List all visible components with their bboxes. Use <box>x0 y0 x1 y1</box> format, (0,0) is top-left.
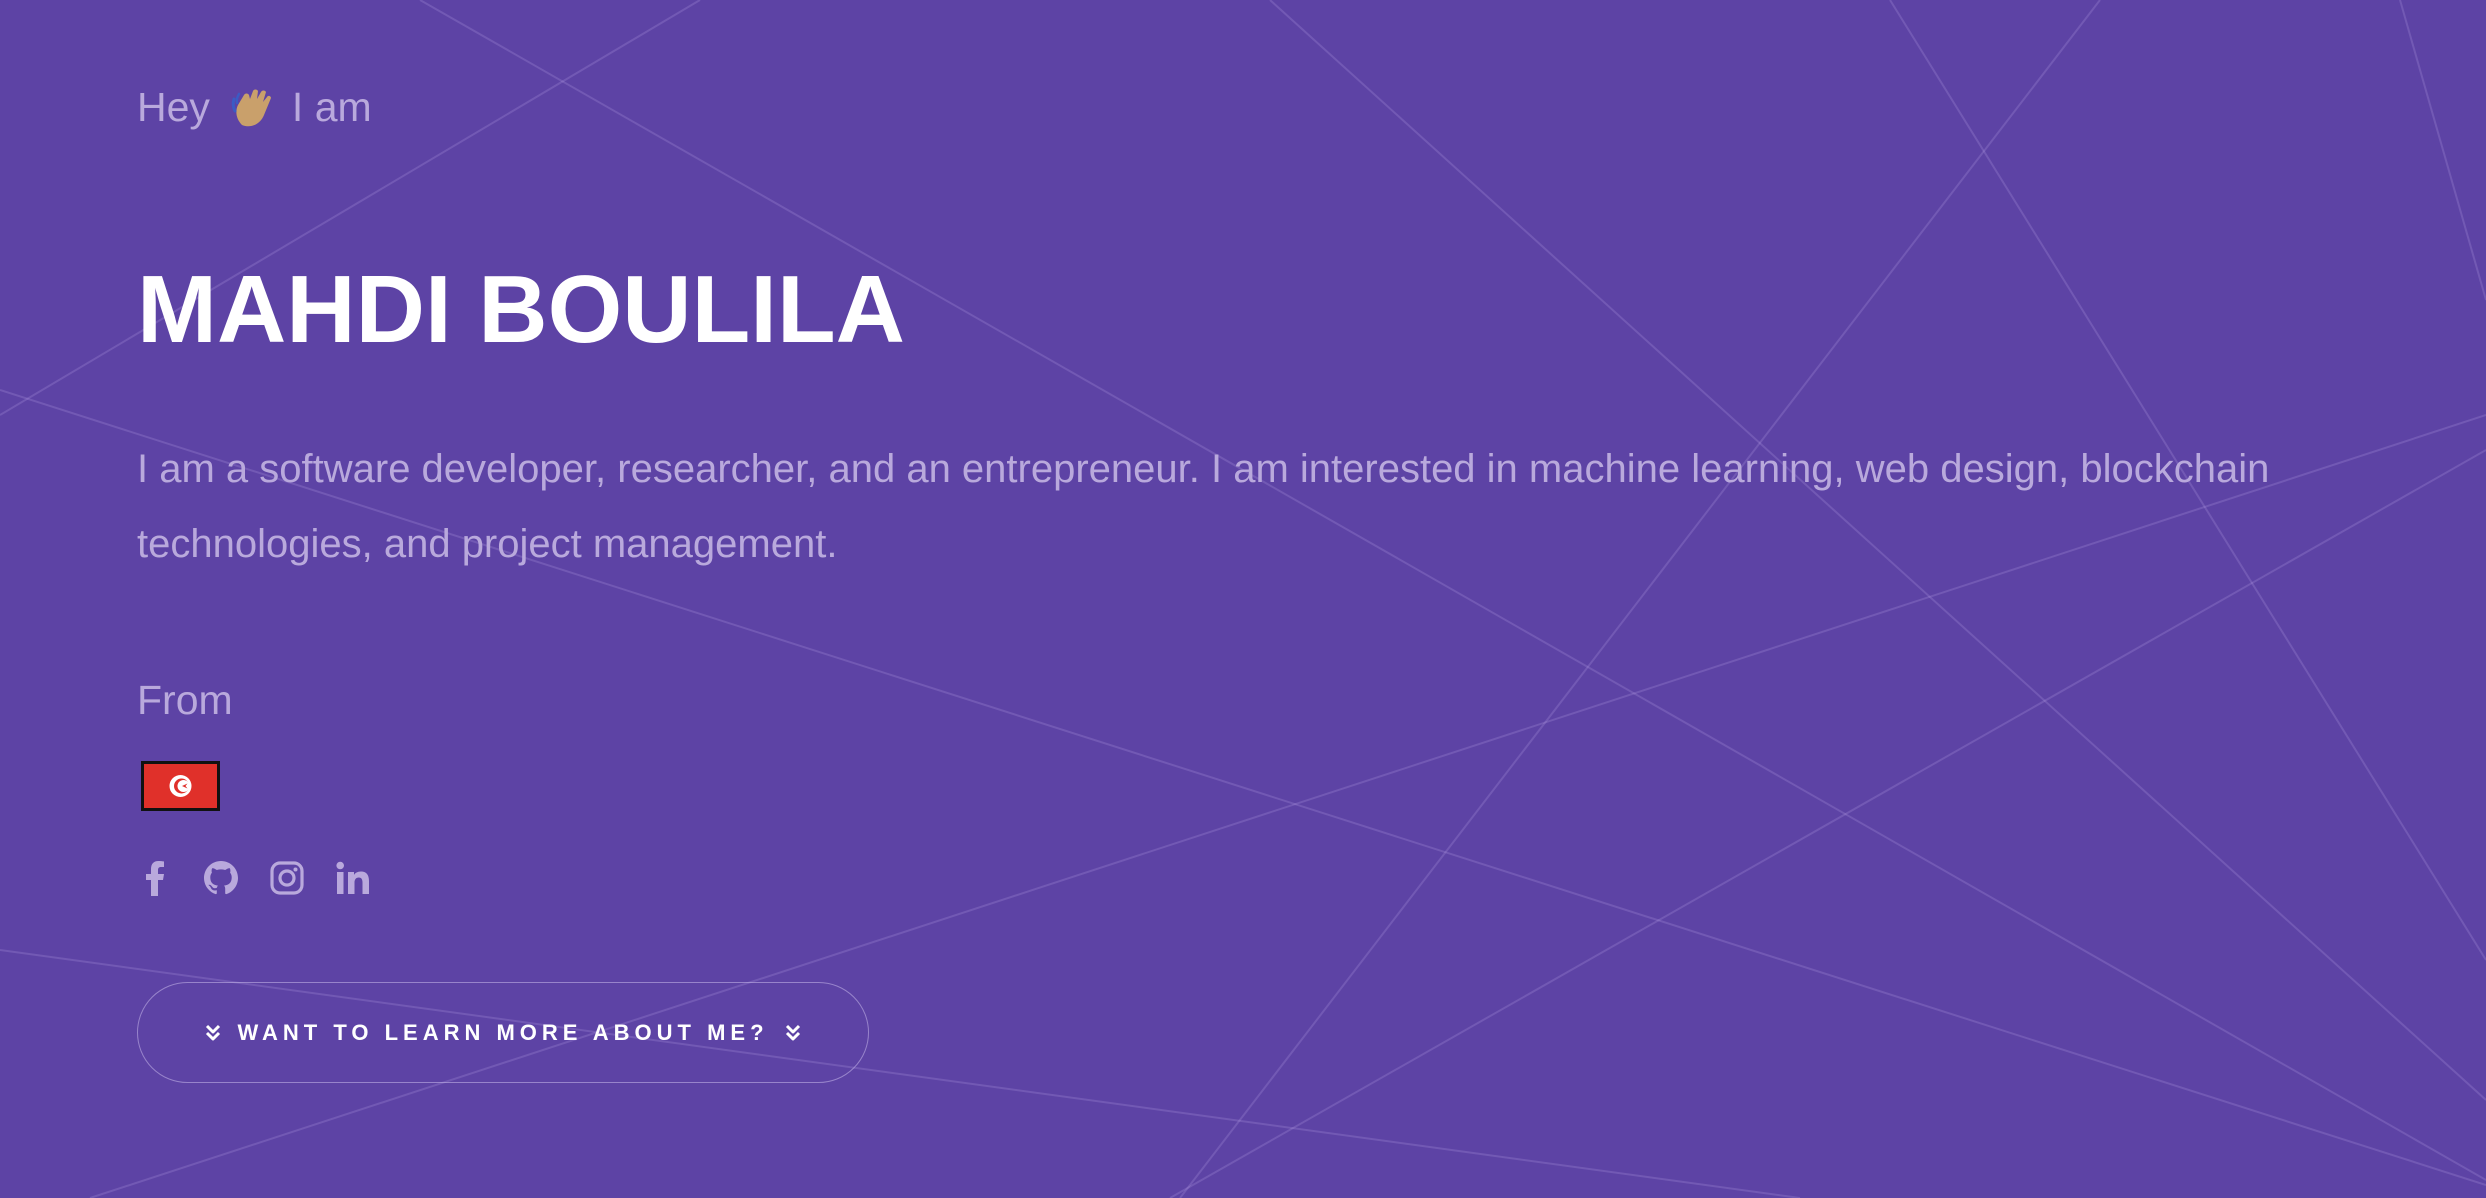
double-chevron-down-icon <box>205 1024 221 1042</box>
learn-more-label: WANT TO LEARN MORE ABOUT ME? <box>237 1019 769 1045</box>
double-chevron-down-icon <box>785 1024 801 1042</box>
facebook-icon[interactable] <box>137 860 173 896</box>
waving-hand-icon <box>230 85 276 131</box>
greeting-suffix: I am <box>291 84 372 130</box>
social-links <box>137 860 371 896</box>
linkedin-icon[interactable] <box>335 860 371 896</box>
page-title: MAHDI BOULILA <box>137 256 905 363</box>
learn-more-button[interactable]: WANT TO LEARN MORE ABOUT ME? <box>137 982 869 1083</box>
greeting-prefix: Hey <box>137 84 210 130</box>
bio-text: I am a software developer, researcher, a… <box>137 447 2270 566</box>
instagram-icon[interactable] <box>269 860 305 896</box>
github-icon[interactable] <box>203 860 239 896</box>
greeting: Hey I am <box>137 84 372 131</box>
tunisia-flag-icon <box>141 761 220 811</box>
from-label: From <box>137 677 233 723</box>
